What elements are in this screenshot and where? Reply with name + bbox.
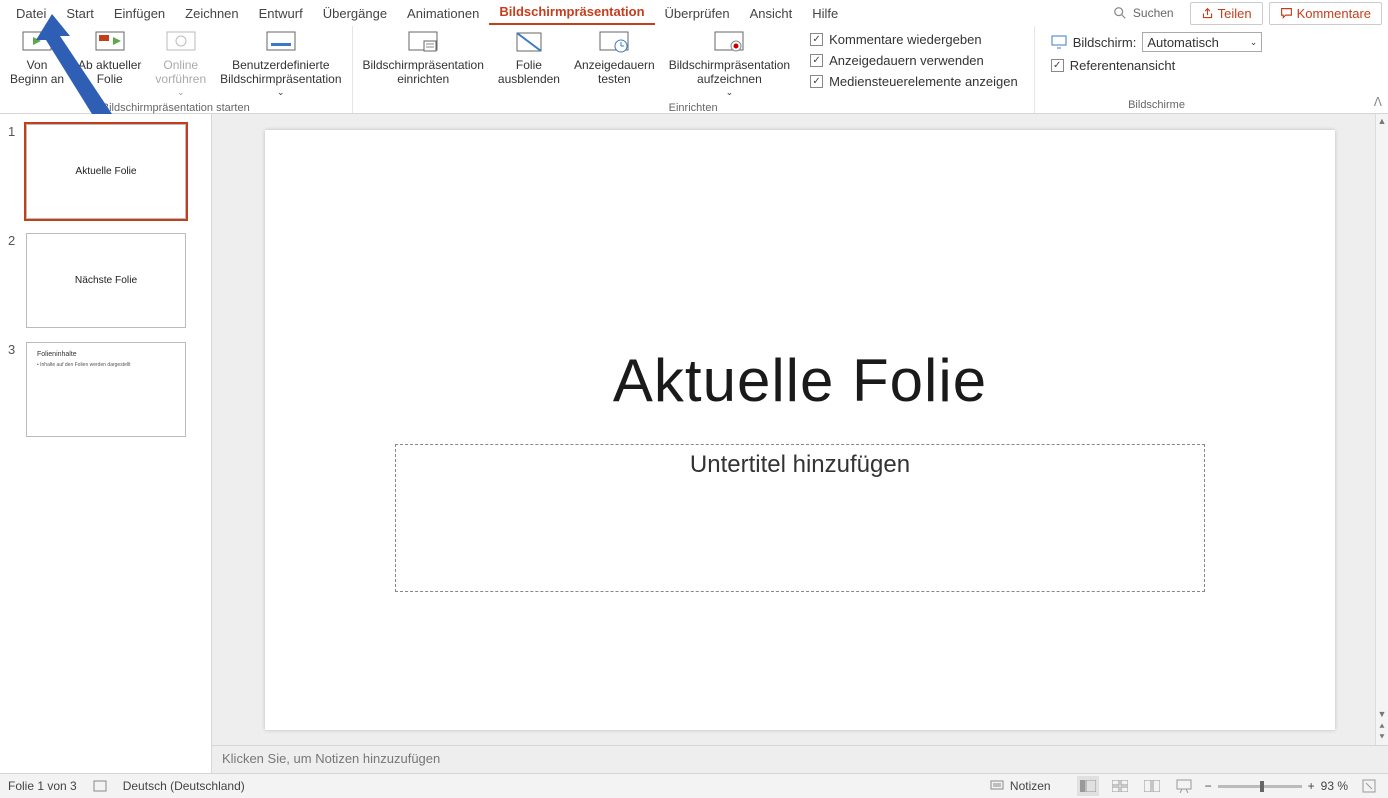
notes-pane[interactable]: Klicken Sie, um Notizen hinzuzufügen <box>212 745 1388 773</box>
tab-uebergaenge[interactable]: Übergänge <box>313 3 397 24</box>
slideshow-icon <box>21 30 53 56</box>
monitor-icon <box>1051 35 1067 49</box>
custom-show-icon <box>265 30 297 56</box>
from-current-button[interactable]: Ab aktueller Folie <box>74 28 145 89</box>
normal-view-button[interactable] <box>1077 776 1099 796</box>
slide-subtitle-placeholder[interactable]: Untertitel hinzufügen <box>395 444 1205 592</box>
search-icon <box>1113 6 1127 20</box>
slideshow-view-button[interactable] <box>1173 776 1195 796</box>
language-button[interactable]: Deutsch (Deutschland) <box>123 779 245 793</box>
slide-area: Aktuelle Folie Untertitel hinzufügen ▲ ▼… <box>212 114 1388 773</box>
tab-einfuegen[interactable]: Einfügen <box>104 3 175 24</box>
zoom-percent[interactable]: 93 % <box>1321 779 1348 793</box>
slide-canvas[interactable]: Aktuelle Folie Untertitel hinzufügen <box>265 130 1335 730</box>
workspace: 1 Aktuelle Folie 2 Nächste Folie 3 Folie… <box>0 114 1388 773</box>
tab-ansicht[interactable]: Ansicht <box>740 3 803 24</box>
tab-start[interactable]: Start <box>56 3 103 24</box>
present-online-icon <box>165 30 197 56</box>
setup-icon <box>407 30 439 56</box>
scroll-down-icon[interactable]: ▼ <box>1378 709 1387 719</box>
scroll-up-icon[interactable]: ▲ <box>1378 116 1387 126</box>
comment-icon <box>1280 7 1293 20</box>
zoom-in-button[interactable]: + <box>1308 779 1315 793</box>
search-placeholder: Suchen <box>1133 6 1174 20</box>
slide-title[interactable]: Aktuelle Folie <box>265 346 1335 415</box>
tab-bar: Datei Start Einfügen Zeichnen Entwurf Üb… <box>0 0 1388 26</box>
use-timings-checkbox[interactable]: ✓Anzeigedauern verwenden <box>810 53 1018 68</box>
zoom-out-button[interactable]: − <box>1205 779 1212 793</box>
monitor-dropdown[interactable]: Automatisch ⌄ <box>1142 32 1262 52</box>
slide-thumb-1[interactable]: Aktuelle Folie <box>26 124 186 219</box>
rehearse-timings-button[interactable]: Anzeigedauern testen <box>570 28 659 89</box>
record-icon <box>713 30 745 56</box>
tab-entwurf[interactable]: Entwurf <box>249 3 313 24</box>
presenter-view-checkbox[interactable]: ✓Referentenansicht <box>1051 58 1263 73</box>
show-media-controls-checkbox[interactable]: ✓Mediensteuerelemente anzeigen <box>810 74 1018 89</box>
zoom-control[interactable]: − + 93 % <box>1205 779 1348 793</box>
slideshow-current-icon <box>94 30 126 56</box>
notes-toggle-button[interactable]: Notizen <box>990 779 1051 793</box>
zoom-slider[interactable] <box>1218 785 1302 788</box>
tab-animationen[interactable]: Animationen <box>397 3 489 24</box>
vertical-scrollbar[interactable]: ▲ ▼ ⯅ ⯆ <box>1375 114 1388 745</box>
tab-bildschirmpraesentation[interactable]: Bildschirmpräsentation <box>489 1 654 25</box>
slide-sorter-view-button[interactable] <box>1109 776 1131 796</box>
ribbon-group-start: Von Beginn an Ab aktueller Folie Online … <box>0 26 353 113</box>
setup-slideshow-button[interactable]: Bildschirmpräsentation einrichten <box>359 28 488 89</box>
hide-slide-button[interactable]: Folie ausblenden <box>494 28 564 89</box>
hide-slide-icon <box>513 30 545 56</box>
next-slide-icon[interactable]: ⯆ <box>1378 732 1385 743</box>
tab-zeichnen[interactable]: Zeichnen <box>175 3 248 24</box>
tab-datei[interactable]: Datei <box>6 3 56 24</box>
chevron-down-icon: ⌄ <box>1250 37 1258 48</box>
slide-thumb-2[interactable]: Nächste Folie <box>26 233 186 328</box>
play-narrations-checkbox[interactable]: ✓Kommentare wiedergeben <box>810 32 1018 47</box>
ribbon-group-monitors: Bildschirm: Automatisch ⌄ ✓Referentenans… <box>1035 26 1279 113</box>
custom-slideshow-button[interactable]: Benutzerdefinierte Bildschirmpräsentatio… <box>216 28 345 100</box>
spellcheck-icon[interactable] <box>93 779 107 793</box>
monitor-label: Bildschirm: <box>1073 35 1137 50</box>
slide-thumb-3[interactable]: Folieninhalte • Inhalte auf den Folien w… <box>26 342 186 437</box>
ribbon-group-setup: Bildschirmpräsentation einrichten Folie … <box>353 26 1035 113</box>
from-beginning-button[interactable]: Von Beginn an <box>6 28 68 89</box>
status-bar: Folie 1 von 3 Deutsch (Deutschland) Noti… <box>0 773 1388 798</box>
collapse-ribbon-button[interactable]: ᐱ <box>1374 95 1382 109</box>
search-box[interactable]: Suchen <box>1103 6 1184 20</box>
slide-counter[interactable]: Folie 1 von 3 <box>8 779 77 793</box>
share-icon <box>1201 7 1214 20</box>
slide-thumbnails-panel: 1 Aktuelle Folie 2 Nächste Folie 3 Folie… <box>0 114 212 773</box>
tab-hilfe[interactable]: Hilfe <box>802 3 848 24</box>
record-slideshow-button[interactable]: Bildschirmpräsentation aufzeichnen ⌄ <box>665 28 794 100</box>
present-online-button: Online vorführen ⌄ <box>151 28 210 100</box>
reading-view-button[interactable] <box>1141 776 1163 796</box>
prev-slide-icon[interactable]: ⯅ <box>1378 721 1385 732</box>
ribbon: Von Beginn an Ab aktueller Folie Online … <box>0 26 1388 114</box>
share-button[interactable]: Teilen <box>1190 2 1263 25</box>
fit-to-window-button[interactable] <box>1358 776 1380 796</box>
comments-button[interactable]: Kommentare <box>1269 2 1382 25</box>
timings-icon <box>598 30 630 56</box>
tab-ueberpruefen[interactable]: Überprüfen <box>655 3 740 24</box>
